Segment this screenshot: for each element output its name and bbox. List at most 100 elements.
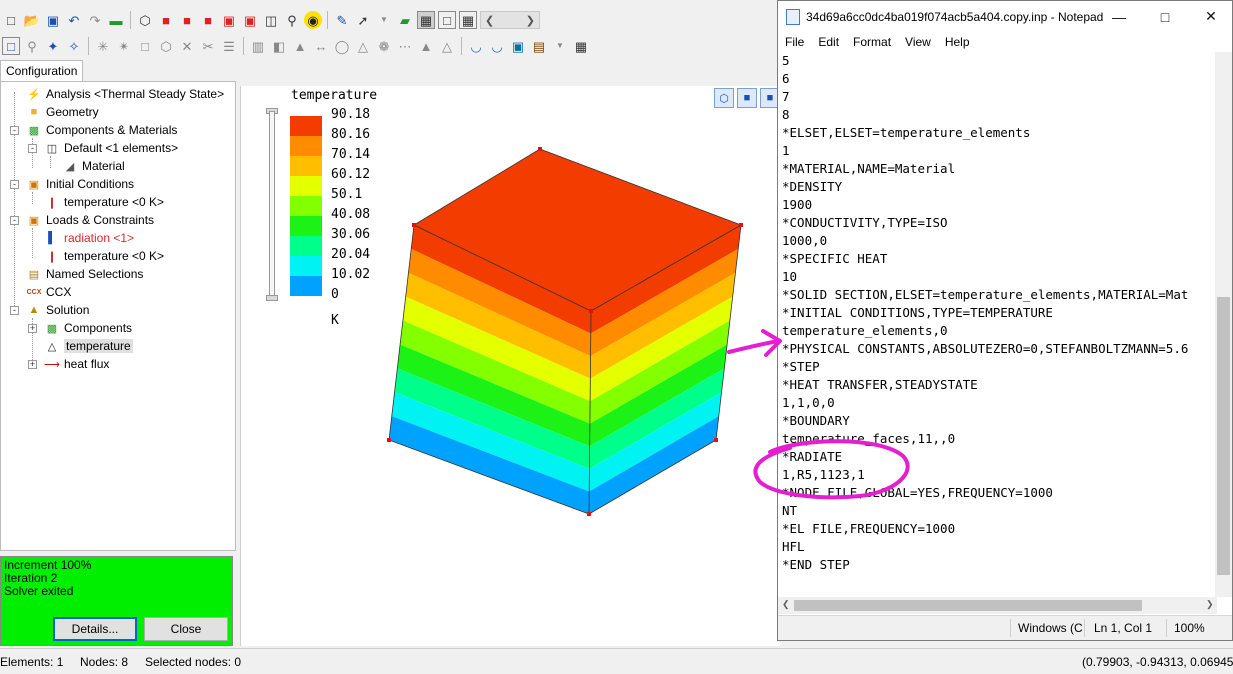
red-cube-top-icon[interactable]: ■ bbox=[199, 11, 217, 29]
open-folder-icon[interactable]: 📂 bbox=[23, 11, 41, 29]
view-mesh-icon[interactable]: ▦ bbox=[459, 11, 477, 29]
chevron-down-icon[interactable]: ▼ bbox=[375, 11, 393, 29]
toolbar-scroller[interactable]: ❮ ❯ bbox=[480, 11, 540, 29]
tree-item-loads-constraints[interactable]: ▣ Loads & Constraints bbox=[26, 211, 154, 229]
align-icon[interactable]: ▥ bbox=[249, 37, 267, 55]
chevron-right-icon[interactable]: ❯ bbox=[526, 14, 535, 27]
camera-icon[interactable]: ▣ bbox=[509, 37, 527, 55]
dots-icon[interactable]: ⋯ bbox=[396, 37, 414, 55]
close-icon[interactable]: ✕ bbox=[1188, 1, 1233, 32]
menu-format[interactable]: Format bbox=[853, 35, 891, 49]
green-plane-icon[interactable]: ▰ bbox=[396, 11, 414, 29]
collapse-toggle[interactable]: - bbox=[10, 216, 19, 225]
tab-configuration[interactable]: Configuration bbox=[0, 60, 84, 81]
zoom-box-icon[interactable]: ◫ bbox=[262, 11, 280, 29]
tree-item-geometry[interactable]: ■ Geometry bbox=[26, 103, 99, 121]
explode-icon[interactable]: ✳ bbox=[94, 37, 112, 55]
view-wire-icon[interactable]: □ bbox=[438, 11, 456, 29]
fork-icon[interactable]: ❁ bbox=[375, 37, 393, 55]
table-icon[interactable]: ▦ bbox=[572, 37, 590, 55]
select-face-icon[interactable]: ✧ bbox=[65, 37, 83, 55]
lasso-icon[interactable]: ⚲ bbox=[23, 37, 41, 55]
view-solid-icon[interactable]: ▦ bbox=[417, 11, 435, 29]
equals-icon[interactable]: ▬ bbox=[107, 11, 125, 29]
wire-cube-icon[interactable]: ⬡ bbox=[136, 11, 154, 29]
tree-item-default[interactable]: ◫ Default <1 elements> bbox=[44, 139, 178, 157]
node-marker[interactable] bbox=[739, 223, 743, 227]
expand-toggle[interactable]: + bbox=[28, 324, 37, 333]
tree-item-material[interactable]: ◢ Material bbox=[62, 157, 125, 175]
cross-icon[interactable]: ✕ bbox=[178, 37, 196, 55]
cylinder-icon[interactable]: ◯ bbox=[333, 37, 351, 55]
3d-viewport[interactable]: temperature 90.18 80.16 70.14 60.12 50.1 40.0… bbox=[240, 86, 780, 646]
tree-item-ccx[interactable]: CCX CCX bbox=[26, 283, 72, 301]
red-cube-front-icon[interactable]: ■ bbox=[178, 11, 196, 29]
notepad-text-area[interactable]: 5 6 7 8 *ELSET,ELSET=temperature_elements 1 *M… bbox=[782, 52, 1222, 596]
expand-toggle[interactable]: + bbox=[28, 360, 37, 369]
tree-item-initial-temperature[interactable]: ❙ temperature <0 K> bbox=[44, 193, 164, 211]
bowl-icon[interactable]: ◡ bbox=[467, 37, 485, 55]
tree-item-initial-conditions[interactable]: ▣ Initial Conditions bbox=[26, 175, 134, 193]
triangle-fill-icon[interactable]: ▲ bbox=[417, 37, 435, 55]
collapse-toggle[interactable]: - bbox=[10, 126, 19, 135]
redo-icon[interactable]: ↷ bbox=[86, 11, 104, 29]
chevron-left-icon[interactable]: ❮ bbox=[485, 14, 494, 27]
tree-item-radiation[interactable]: ▌ radiation <1> bbox=[44, 229, 134, 247]
zoom-icon[interactable]: ⚲ bbox=[283, 11, 301, 29]
collapse-toggle[interactable]: - bbox=[10, 306, 19, 315]
tree-item-boundary-temperature[interactable]: ❙ temperature <0 K> bbox=[44, 247, 164, 265]
fit-view-icon[interactable]: ◉ bbox=[304, 11, 322, 29]
menu-edit[interactable]: Edit bbox=[818, 35, 839, 49]
bowl2-icon[interactable]: ◡ bbox=[488, 37, 506, 55]
mirror-icon[interactable]: ▲ bbox=[291, 37, 309, 55]
node-marker[interactable] bbox=[538, 147, 542, 151]
menu-view[interactable]: View bbox=[905, 35, 931, 49]
merge-icon[interactable]: ◧ bbox=[270, 37, 288, 55]
undo-icon[interactable]: ↶ bbox=[65, 11, 83, 29]
red-cube-right-icon[interactable]: ▣ bbox=[241, 11, 259, 29]
temperature-cube[interactable] bbox=[241, 86, 780, 646]
red-cube-left-icon[interactable]: ▣ bbox=[220, 11, 238, 29]
tree-item-solution[interactable]: ▲ Solution bbox=[26, 301, 90, 319]
menu-help[interactable]: Help bbox=[945, 35, 970, 49]
node-marker[interactable] bbox=[587, 512, 591, 516]
film-icon[interactable]: ▤ bbox=[530, 37, 548, 55]
scroll-left-icon[interactable]: ❮ bbox=[782, 599, 790, 610]
tree-item-temperature-result[interactable]: △ temperature bbox=[44, 337, 133, 355]
paint-icon[interactable]: ✎ bbox=[333, 11, 351, 29]
select-edge-icon[interactable]: ✦ bbox=[44, 37, 62, 55]
cube-hidden-icon[interactable]: ⬡ bbox=[157, 37, 175, 55]
tree-item-analysis[interactable]: ⚡ Analysis <Thermal Steady State> bbox=[26, 85, 224, 103]
vertical-scrollbar[interactable] bbox=[1215, 52, 1232, 597]
distance-icon[interactable]: ↔ bbox=[312, 37, 330, 55]
tree-item-heat-flux[interactable]: ⟶ heat flux bbox=[44, 355, 109, 373]
horizontal-scroll-thumb[interactable] bbox=[794, 600, 1142, 611]
tree-item-components-materials[interactable]: ▩ Components & Materials bbox=[26, 121, 178, 139]
node-marker[interactable] bbox=[714, 438, 718, 442]
collapse-toggle[interactable]: - bbox=[10, 180, 19, 189]
triangle-icon[interactable]: △ bbox=[438, 37, 456, 55]
minimize-icon[interactable]: — bbox=[1096, 1, 1142, 32]
node-marker[interactable] bbox=[387, 438, 391, 442]
tree-item-solution-components[interactable]: ▩ Components bbox=[44, 319, 132, 337]
new-file-icon[interactable]: □ bbox=[2, 11, 20, 29]
node-marker[interactable] bbox=[589, 309, 593, 313]
red-cube-icon[interactable]: ■ bbox=[157, 11, 175, 29]
notepad-titlebar[interactable]: 34d69a6cc0dc4ba019f074acb5a404.copy.inp … bbox=[778, 1, 1232, 32]
explode2-icon[interactable]: ✴ bbox=[115, 37, 133, 55]
node-marker[interactable] bbox=[412, 223, 416, 227]
horizontal-scrollbar[interactable]: ❮ ❯ bbox=[778, 597, 1217, 614]
chevron-down-icon[interactable]: ▼ bbox=[551, 37, 569, 55]
list-icon[interactable]: ☰ bbox=[220, 37, 238, 55]
tree-item-named-selections[interactable]: ▤ Named Selections bbox=[26, 265, 144, 283]
select-arrow-icon[interactable]: ➚ bbox=[354, 11, 372, 29]
collapse-toggle[interactable]: - bbox=[28, 144, 37, 153]
close-button[interactable]: Close bbox=[144, 617, 228, 641]
vertical-scroll-thumb[interactable] bbox=[1217, 297, 1230, 575]
save-icon[interactable]: ▣ bbox=[44, 11, 62, 29]
cone-icon[interactable]: △ bbox=[354, 37, 372, 55]
menu-file[interactable]: File bbox=[785, 35, 804, 49]
scroll-right-icon[interactable]: ❯ bbox=[1206, 599, 1214, 610]
details-button[interactable]: Details... bbox=[53, 617, 137, 641]
select-icon[interactable]: □ bbox=[2, 37, 20, 55]
